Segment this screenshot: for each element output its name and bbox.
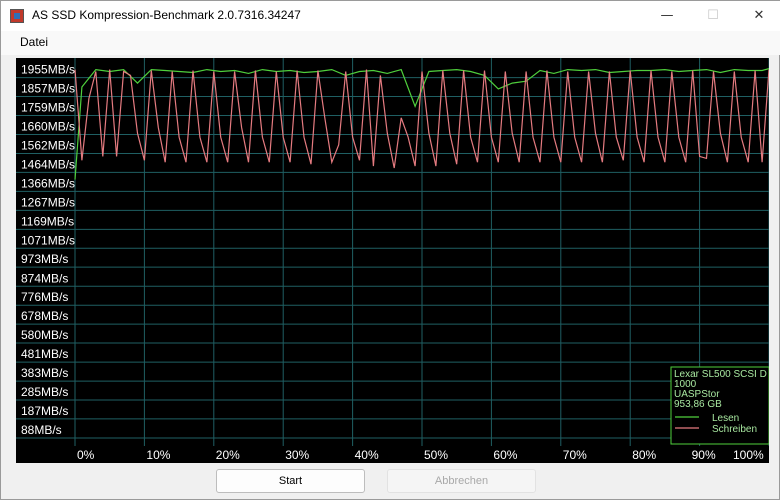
- y-tick-label: 1562MB/s: [21, 138, 75, 152]
- start-button[interactable]: Start: [216, 469, 365, 493]
- x-tick-label: 40%: [355, 448, 379, 462]
- abort-button: Abbrechen: [387, 469, 536, 493]
- close-icon[interactable]: ✕: [736, 1, 780, 31]
- title-bar: AS SSD Kompression-Benchmark 2.0.7316.34…: [1, 1, 780, 31]
- legend-header-line: 953,86 GB: [674, 399, 722, 410]
- menu-datei[interactable]: Datei: [14, 35, 54, 49]
- app-window: AS SSD Kompression-Benchmark 2.0.7316.34…: [0, 0, 780, 500]
- x-tick-label: 50%: [424, 448, 448, 462]
- x-tick-label: 90%: [692, 448, 716, 462]
- x-tick-label: 60%: [493, 448, 517, 462]
- maximize-icon: ☐: [707, 8, 719, 23]
- y-tick-label: 1759MB/s: [21, 100, 75, 114]
- y-tick-label: 1857MB/s: [21, 82, 75, 96]
- app-icon: [10, 9, 24, 23]
- y-tick-label: 580MB/s: [21, 328, 68, 342]
- x-tick-label: 0%: [77, 448, 95, 462]
- y-tick-label: 1267MB/s: [21, 195, 75, 209]
- y-tick-label: 1464MB/s: [21, 157, 75, 171]
- x-tick-label: 100%: [733, 448, 764, 462]
- y-tick-label: 1071MB/s: [21, 233, 75, 247]
- y-tick-label: 187MB/s: [21, 404, 68, 418]
- menu-bar: Datei: [1, 31, 780, 55]
- y-tick-label: 776MB/s: [21, 290, 68, 304]
- y-tick-label: 383MB/s: [21, 366, 68, 380]
- y-tick-label: 1169MB/s: [21, 214, 74, 228]
- legend-entry: Schreiben: [712, 424, 757, 435]
- y-tick-label: 1660MB/s: [21, 120, 75, 134]
- benchmark-chart: 1955MB/s 1857MB/s 1759MB/s 1660MB/s 1562MB/s…: [16, 58, 769, 463]
- y-tick-label: 88MB/s: [21, 423, 62, 437]
- y-tick-label: 1955MB/s: [21, 63, 75, 77]
- window-title: AS SSD Kompression-Benchmark 2.0.7316.34…: [32, 8, 301, 22]
- y-tick-label: 481MB/s: [21, 347, 68, 361]
- x-tick-label: 80%: [632, 448, 656, 462]
- x-tick-label: 30%: [285, 448, 309, 462]
- y-tick-label: 1366MB/s: [21, 176, 75, 190]
- y-tick-label: 973MB/s: [21, 252, 68, 266]
- y-tick-label: 874MB/s: [21, 271, 68, 285]
- legend-entry: Lesen: [712, 413, 739, 424]
- y-tick-label: 285MB/s: [21, 385, 68, 399]
- x-tick-label: 10%: [146, 448, 170, 462]
- minimize-icon[interactable]: —: [644, 1, 690, 31]
- x-tick-label: 20%: [216, 448, 240, 462]
- x-tick-label: 70%: [563, 448, 587, 462]
- chart-svg: 1955MB/s 1857MB/s 1759MB/s 1660MB/s 1562MB/s…: [16, 58, 769, 463]
- y-tick-label: 678MB/s: [21, 309, 68, 323]
